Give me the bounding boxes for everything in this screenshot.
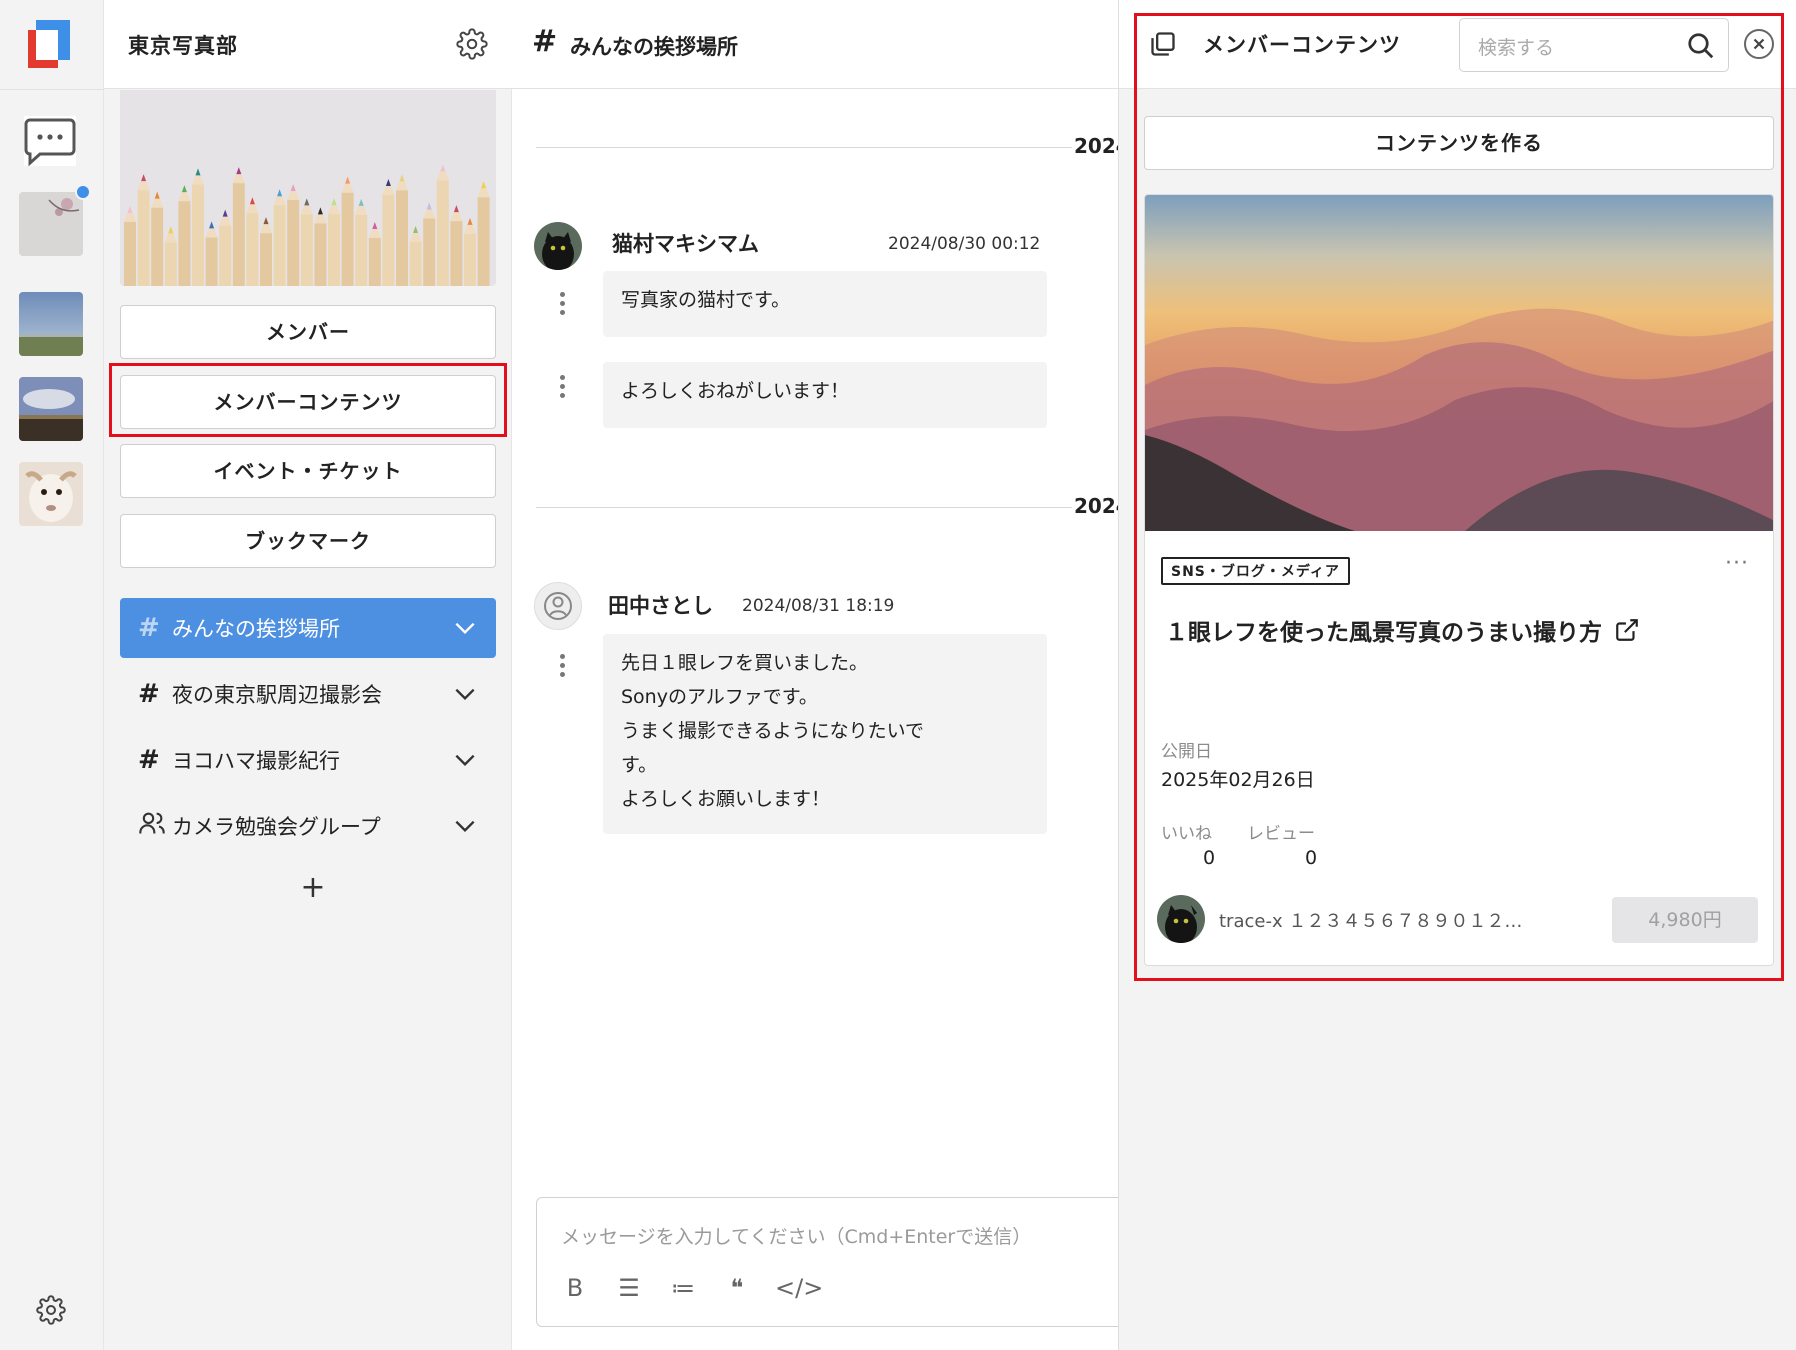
code-icon[interactable]: </> <box>775 1272 823 1304</box>
content-author-name[interactable]: trace-x １２３４５６７８９０１２３４５６… <box>1219 907 1525 933</box>
published-date: 2025年02月26日 <box>1161 769 1315 791</box>
community-cover-image <box>120 90 496 286</box>
channel-hash-icon: # <box>532 24 558 59</box>
reviews-label: レビュー <box>1247 824 1315 844</box>
events-tickets-button[interactable]: イベント・チケット <box>120 444 496 498</box>
message-bubble: 写真家の猫村です。 <box>603 271 1047 337</box>
message-text: よろしくおねがしいます！ <box>621 380 850 402</box>
member-contents-panel: メンバーコンテンツ 検索する コンテンツを作る SNS・ブログ・メディア ···… <box>1118 0 1796 1350</box>
date-divider-line <box>536 147 1072 148</box>
channel-hash-icon: # <box>138 613 160 643</box>
message-menu-icon[interactable] <box>558 654 566 684</box>
message-input[interactable]: メッセージを入力してください（Cmd+Enterで送信） <box>561 1222 1031 1249</box>
message-text: Sonyのアルファです。 <box>621 686 818 708</box>
message-text: うまく撮影できるようになりたいで <box>621 720 925 742</box>
reviews-count: 0 <box>1305 847 1318 869</box>
price-button[interactable]: 4,980円 <box>1612 897 1758 943</box>
community-thumb-1[interactable] <box>19 192 83 256</box>
chat-header: # みんなの挨拶場所 <box>512 0 1118 89</box>
more-options-icon[interactable]: ··· <box>1725 551 1749 576</box>
message-author[interactable]: 猫村マキシマム <box>612 228 759 258</box>
sidebar-header: 東京写真部 <box>104 0 512 89</box>
quote-icon[interactable]: ❝ <box>721 1272 753 1304</box>
settings-gear-icon[interactable] <box>36 1295 66 1325</box>
content-title: １眼レフを使った風景写真のうまい撮り方 <box>1165 620 1602 646</box>
channel-item-yokohama[interactable]: # ヨコハマ撮影紀行 <box>120 730 496 790</box>
content-title-link[interactable]: １眼レフを使った風景写真のうまい撮り方 <box>1165 613 1640 647</box>
app-logo[interactable] <box>28 20 74 70</box>
panel-search-input[interactable]: 検索する <box>1459 18 1729 72</box>
notification-dot <box>75 184 91 200</box>
channel-item-greetings[interactable]: # みんなの挨拶場所 <box>120 598 496 658</box>
channel-name: みんなの挨拶場所 <box>172 617 340 641</box>
icon-rail <box>0 0 104 1350</box>
message-composer[interactable]: メッセージを入力してください（Cmd+Enterで送信） B ☰ ≔ ❝ </> <box>536 1197 1136 1327</box>
message-timestamp: 2024/08/31 18:19 <box>742 596 895 616</box>
create-content-button[interactable]: コンテンツを作る <box>1144 116 1774 170</box>
channel-item-camera-study-group[interactable]: カメラ勉強会グループ <box>120 796 496 856</box>
chevron-down-icon[interactable] <box>452 813 478 839</box>
chevron-down-icon[interactable] <box>452 615 478 641</box>
published-label: 公開日 <box>1161 742 1212 762</box>
add-channel-button[interactable]: + <box>296 872 330 906</box>
format-toolbar: B ☰ ≔ ❝ </> <box>559 1272 824 1304</box>
likes-count: 0 <box>1203 847 1216 869</box>
date-divider-line <box>536 507 1072 508</box>
message-bubble: 先日１眼レフを買いました。 Sonyのアルファです。 うまく撮影できるようになり… <box>603 634 1047 834</box>
group-people-icon <box>138 809 172 844</box>
content-card[interactable]: SNS・ブログ・メディア ··· １眼レフを使った風景写真のうまい撮り方 公開日… <box>1144 194 1774 966</box>
message-text: 先日１眼レフを買いました。 <box>621 652 869 674</box>
content-hero-image <box>1145 195 1773 531</box>
bookmarks-button[interactable]: ブックマーク <box>120 514 496 568</box>
search-icon[interactable] <box>1686 31 1716 61</box>
chevron-down-icon[interactable] <box>452 747 478 773</box>
channel-name: カメラ勉強会グループ <box>172 815 381 839</box>
community-settings-gear-icon[interactable] <box>456 28 488 60</box>
community-name: 東京写真部 <box>128 34 238 58</box>
avatar-placeholder[interactable] <box>534 582 582 630</box>
content-category-tag: SNS・ブログ・メディア <box>1161 557 1350 585</box>
numbered-list-icon[interactable]: ≔ <box>667 1272 699 1304</box>
search-placeholder: 検索する <box>1478 37 1555 59</box>
likes-label: いいね <box>1161 824 1212 844</box>
bold-icon[interactable]: B <box>559 1272 591 1304</box>
close-icon[interactable] <box>1743 28 1775 60</box>
copy-window-icon <box>1151 32 1175 56</box>
channel-hash-icon: # <box>138 745 160 775</box>
chat-bubble-icon[interactable] <box>24 116 76 166</box>
community-thumb-2[interactable] <box>19 292 83 356</box>
channel-title: みんなの挨拶場所 <box>570 35 738 59</box>
message-text: よろしくお願いします！ <box>621 788 831 810</box>
message-menu-icon[interactable] <box>558 292 566 322</box>
panel-header: メンバーコンテンツ 検索する <box>1119 0 1796 89</box>
community-sidebar: 東京写真部 メンバー メンバーコンテンツ イベント・チケット ブックマーク # … <box>104 0 512 1350</box>
author-avatar[interactable] <box>1157 895 1205 943</box>
community-thumb-4[interactable] <box>19 462 83 526</box>
message-author[interactable]: 田中さとし <box>608 590 713 620</box>
panel-title: メンバーコンテンツ <box>1203 33 1401 57</box>
members-button[interactable]: メンバー <box>120 305 496 359</box>
member-contents-button[interactable]: メンバーコンテンツ <box>120 375 496 429</box>
community-thumb-3[interactable] <box>19 377 83 441</box>
message-text: す。 <box>621 754 658 776</box>
channel-hash-icon: # <box>138 679 160 709</box>
external-link-icon[interactable] <box>1614 617 1640 643</box>
message-timestamp: 2024/08/30 00:12 <box>888 234 1041 254</box>
rail-divider <box>0 89 104 90</box>
bullet-list-icon[interactable]: ☰ <box>613 1272 645 1304</box>
avatar[interactable] <box>534 222 582 270</box>
message-menu-icon[interactable] <box>558 375 566 405</box>
message-bubble: よろしくおねがしいます！ <box>603 362 1047 428</box>
channel-name: ヨコハマ撮影紀行 <box>172 749 340 773</box>
message-text: 写真家の猫村です。 <box>621 289 791 311</box>
channel-name: 夜の東京駅周辺撮影会 <box>172 683 382 707</box>
chevron-down-icon[interactable] <box>452 681 478 707</box>
chat-area: # みんなの挨拶場所 2024 猫村マキシマム 2024/08/30 00:12… <box>512 0 1136 1350</box>
channel-item-tokyo-station[interactable]: # 夜の東京駅周辺撮影会 <box>120 664 496 724</box>
